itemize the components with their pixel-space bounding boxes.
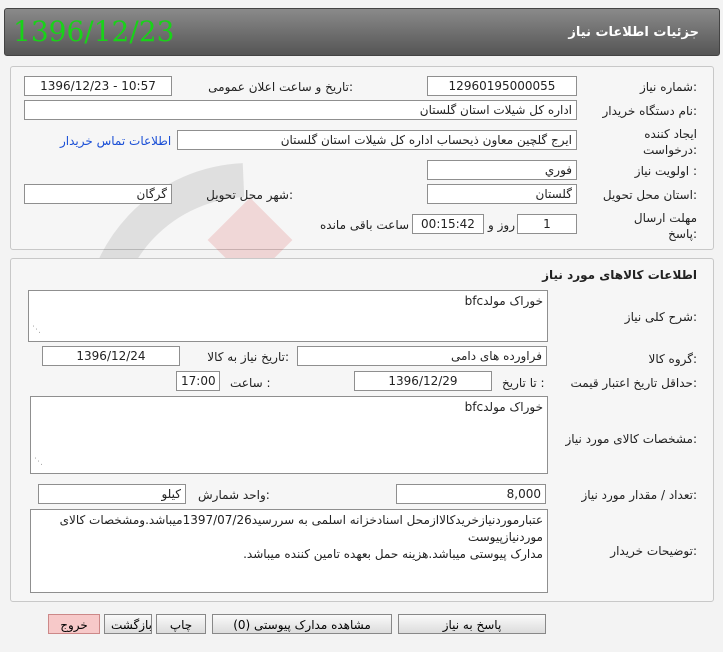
requester-label: ايجاد کننده درخواست:	[643, 127, 697, 157]
until-date-label: تا تاريخ :	[502, 376, 545, 390]
goods-group-label: گروه کالا:	[648, 352, 698, 366]
province-field: گلستان	[427, 184, 577, 204]
header-date: 1396/12/23	[13, 15, 175, 48]
general-desc-field: خوراک مولدbfc ⋰	[28, 290, 548, 342]
buyer-notes-line: موردنیازپیوست	[467, 530, 543, 544]
back-button[interactable]: بازگشت	[104, 614, 152, 634]
goods-section-title: اطلاعات کالاهای مورد نياز	[542, 268, 697, 282]
days-label: روز و	[488, 218, 515, 232]
buyer-notes-label: توضيحات خريدار:	[610, 544, 697, 558]
validity-time-field: 17:00	[176, 371, 220, 391]
need-number-field: 12960195000055	[427, 76, 577, 96]
days-field: 1	[517, 214, 577, 234]
quantity-field: 8,000	[396, 484, 546, 504]
need-number-label: شماره نياز:	[639, 80, 697, 94]
page-title: جزئيات اطلاعات نياز	[568, 25, 699, 40]
specs-field: خوراک مولدbfc ⋰	[30, 396, 548, 474]
city-field: گرگان	[24, 184, 172, 204]
page-header: جزئيات اطلاعات نياز 1396/12/23	[4, 8, 720, 56]
general-desc-text: خوراک مولدbfc	[464, 294, 543, 308]
province-label: استان محل تحويل:	[602, 188, 697, 202]
resize-grip-icon[interactable]: ⋰	[34, 454, 43, 471]
general-desc-label: شرح کلی نياز:	[624, 310, 697, 324]
requester-field: ایرج گلچین معاون ذیحساب اداره کل شیلات ا…	[177, 130, 577, 150]
exit-button[interactable]: خروج	[48, 614, 100, 634]
goods-group-field: فراورده های دامی	[297, 346, 547, 366]
buyer-contact-link[interactable]: اطلاعات تماس خريدار	[60, 134, 171, 148]
price-validity-label: حداقل تاريخ اعتبار قيمت:	[570, 376, 697, 390]
buyer-notes-line: مدارک پیوستی میباشد.هزینه حمل بعهده تامی…	[243, 547, 543, 561]
buyer-notes-line: عتبارموردنیازخریدکالاازمحل اسنادخزانه اس…	[59, 513, 543, 527]
deadline-label: مهلت ارسال پاسخ:	[633, 211, 697, 241]
resize-grip-icon[interactable]: ⋰	[32, 322, 41, 339]
need-date-field: 1396/12/24	[42, 346, 180, 366]
announce-date-label: تاريخ و ساعت اعلان عمومی:	[208, 80, 353, 94]
city-label: شهر محل تحويل:	[206, 188, 293, 202]
specs-label: مشخصات کالای مورد نياز:	[565, 432, 697, 446]
validity-date-field: 1396/12/29	[354, 371, 492, 391]
specs-text: خوراک مولدbfc	[464, 400, 543, 414]
buyer-org-field: اداره کل شیلات استان گلستان	[24, 100, 577, 120]
unit-label: واحد شمارش:	[198, 488, 270, 502]
unit-field: کیلو	[38, 484, 186, 504]
reply-button[interactable]: پاسخ به نياز	[398, 614, 546, 634]
priority-field: فوري	[427, 160, 577, 180]
buyer-org-label: نام دستگاه خريدار:	[602, 104, 698, 118]
priority-label: اولويت نياز :	[634, 164, 697, 178]
quantity-label: تعداد / مقدار مورد نياز:	[581, 488, 697, 502]
time-remaining-label: ساعت باقی مانده	[320, 218, 410, 232]
time-remaining-field: 00:15:42	[412, 214, 484, 234]
view-attachments-button[interactable]: مشاهده مدارک پيوستی (0)	[212, 614, 392, 634]
validity-hour-label: ساعت :	[230, 376, 271, 390]
print-button[interactable]: چاپ	[156, 614, 206, 634]
buyer-notes-field: عتبارموردنیازخریدکالاازمحل اسنادخزانه اس…	[30, 509, 548, 593]
announce-date-field: 1396/12/23 - 10:57	[24, 76, 172, 96]
need-date-label: تاريخ نياز به کالا:	[207, 350, 289, 364]
